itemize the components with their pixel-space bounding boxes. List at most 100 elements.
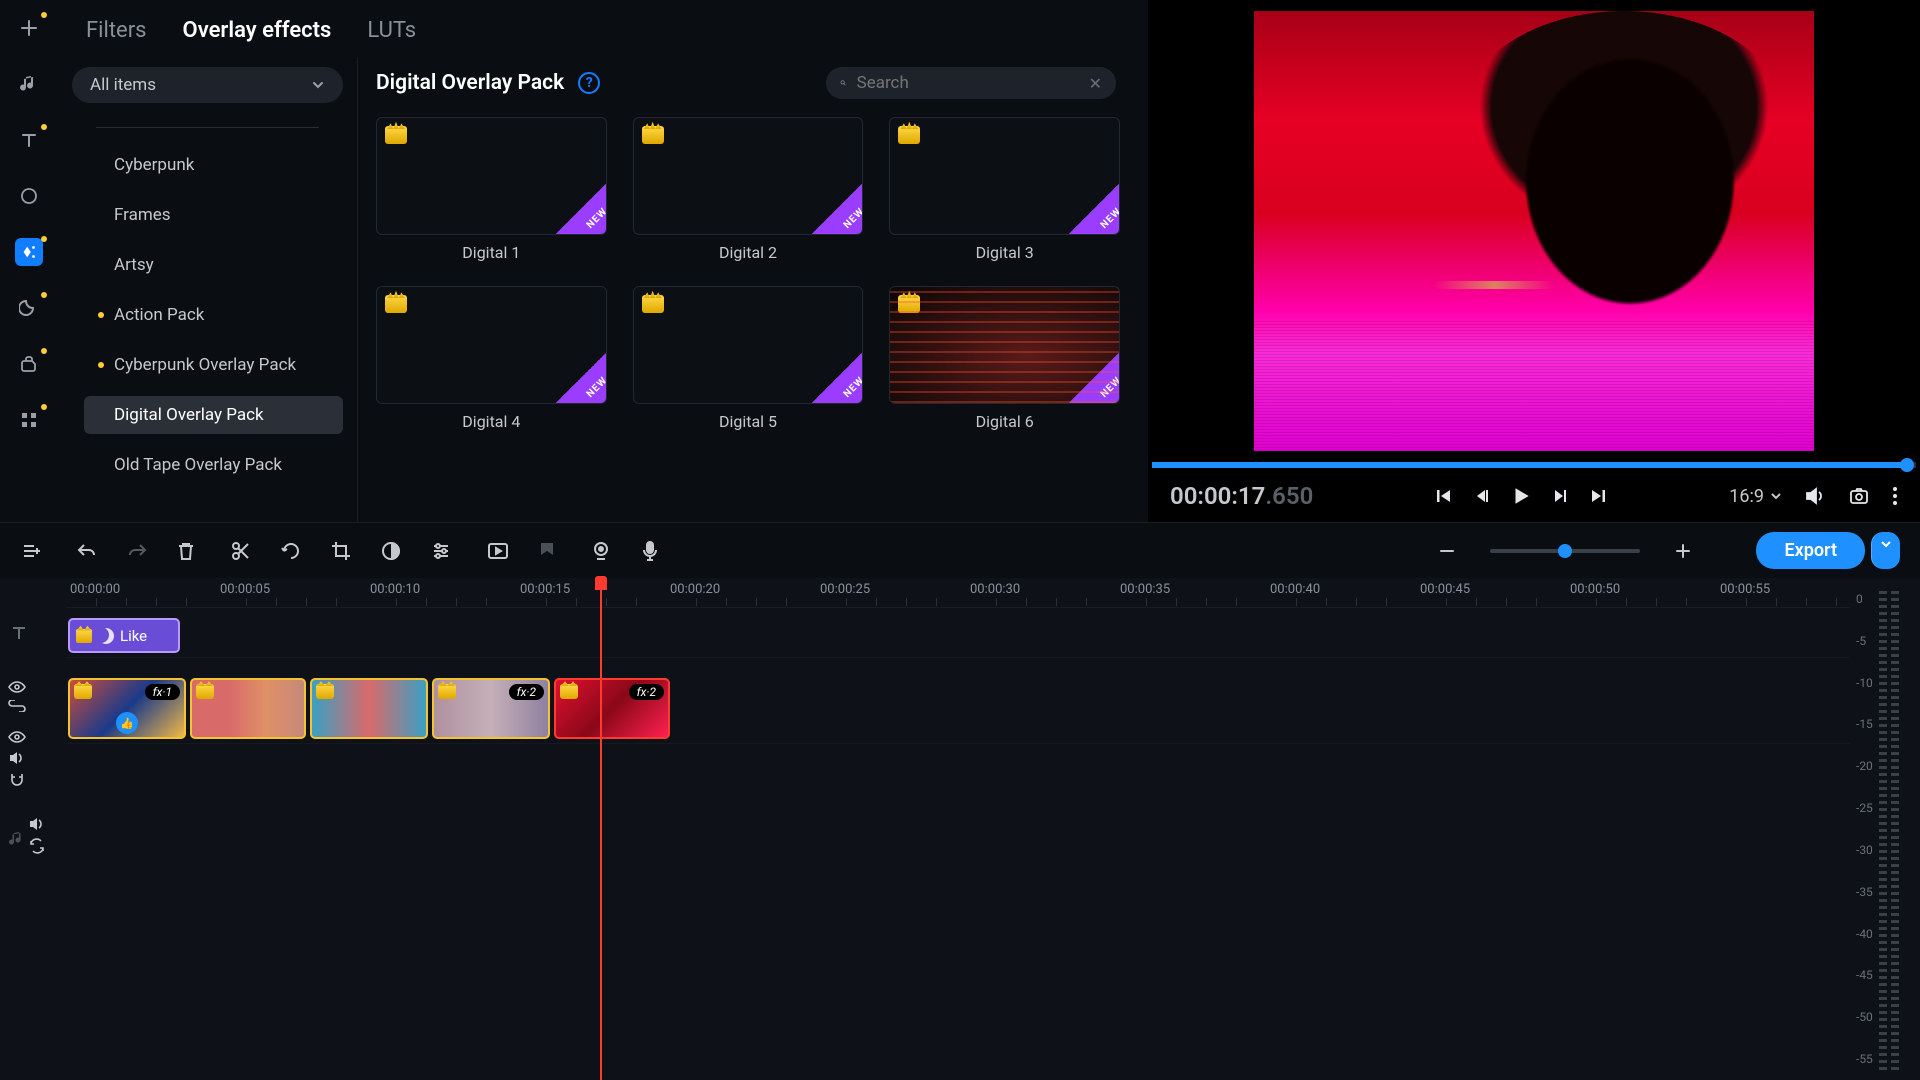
- video-clip-2[interactable]: [190, 678, 306, 739]
- effects-icon[interactable]: [15, 238, 43, 266]
- search-icon: [840, 74, 847, 92]
- track-sync-icon[interactable]: [28, 838, 66, 854]
- next-frame-button[interactable]: [1550, 486, 1570, 506]
- meter-db-label: -55: [1856, 1052, 1873, 1066]
- split-button[interactable]: [230, 540, 252, 562]
- overlay-thumbnail[interactable]: NEWDigital 2: [633, 117, 864, 262]
- volume-icon[interactable]: [1804, 485, 1826, 507]
- preview-viewport[interactable]: [1148, 0, 1920, 462]
- delete-button[interactable]: [176, 540, 196, 562]
- add-track-icon[interactable]: [20, 540, 42, 562]
- ruler-tick: 00:00:00: [70, 582, 120, 597]
- text-track-icon[interactable]: [10, 624, 28, 642]
- category-item[interactable]: Frames: [84, 196, 343, 234]
- premium-icon: [560, 684, 578, 699]
- new-badge: NEW: [1069, 353, 1119, 403]
- category-item[interactable]: Artsy: [84, 246, 343, 284]
- overlay-label: Digital 5: [719, 412, 777, 431]
- category-item[interactable]: Cyberpunk: [84, 146, 343, 184]
- new-dot-icon: [98, 312, 104, 318]
- timeline-ruler[interactable]: 00:00:0000:00:0500:00:1000:00:1500:00:20…: [66, 578, 1850, 608]
- zoom-slider[interactable]: [1490, 549, 1640, 553]
- preview-scrubber[interactable]: [1152, 462, 1916, 468]
- track-visibility-icon[interactable]: [8, 680, 26, 694]
- redo-button[interactable]: [126, 540, 148, 562]
- overlay-thumbnail[interactable]: NEWDigital 3: [889, 117, 1120, 262]
- ruler-tick: 00:00:50: [1570, 582, 1620, 597]
- zoom-out-button[interactable]: [1438, 542, 1456, 560]
- intro-title-clip[interactable]: Like: [68, 618, 180, 653]
- export-button[interactable]: Export: [1756, 532, 1865, 569]
- track-visibility-icon-2[interactable]: [8, 730, 66, 744]
- play-button[interactable]: [1510, 485, 1532, 507]
- meter-db-label: -10: [1856, 676, 1873, 690]
- playhead[interactable]: [600, 578, 602, 1080]
- text-icon[interactable]: [15, 126, 43, 154]
- tab-luts[interactable]: LUTs: [367, 18, 416, 43]
- new-badge: NEW: [1069, 184, 1119, 234]
- stickers-icon[interactable]: [15, 350, 43, 378]
- marker-button[interactable]: [538, 540, 556, 562]
- track-link-icon[interactable]: [8, 700, 26, 712]
- meter-db-label: -5: [1856, 634, 1873, 648]
- category-item[interactable]: Action Pack: [84, 296, 343, 334]
- more-options-icon[interactable]: [1892, 485, 1898, 507]
- overlay-thumbnail[interactable]: NEW Digital 6: [889, 286, 1120, 431]
- timeline-tracks[interactable]: Like fx·1👍 fx·2 fx·2: [66, 608, 1850, 1080]
- go-end-button[interactable]: [1588, 486, 1608, 506]
- elements-icon[interactable]: [15, 406, 43, 434]
- tab-filters[interactable]: Filters: [86, 18, 147, 43]
- overlay-thumbnail[interactable]: NEWDigital 1: [376, 117, 607, 262]
- video-clip-1[interactable]: fx·1👍: [68, 678, 186, 739]
- rotate-button[interactable]: [280, 540, 302, 562]
- clear-search-icon[interactable]: ✕: [1089, 74, 1102, 93]
- track-mute-icon-2[interactable]: [28, 816, 66, 832]
- search-input[interactable]: [857, 73, 1079, 93]
- fx-badge: fx·2: [629, 684, 664, 700]
- export-options-button[interactable]: [1871, 532, 1900, 569]
- overlay-label: Digital 6: [976, 412, 1034, 431]
- video-clip-3[interactable]: [310, 678, 428, 739]
- ruler-tick: 00:00:10: [370, 582, 420, 597]
- overlay-thumbnail[interactable]: NEWDigital 5: [633, 286, 864, 431]
- premium-icon: [74, 684, 92, 699]
- record-voiceover-button[interactable]: [640, 540, 660, 562]
- color-correct-button[interactable]: [380, 540, 402, 562]
- premium-icon: [385, 126, 407, 144]
- aspect-ratio-select[interactable]: 16:9: [1729, 486, 1782, 507]
- add-media-icon[interactable]: [15, 14, 43, 42]
- video-clip-5[interactable]: fx·2: [554, 678, 670, 739]
- search-box[interactable]: ✕: [826, 67, 1116, 99]
- video-clip-4[interactable]: fx·2: [432, 678, 550, 739]
- category-item[interactable]: Old Tape Overlay Pack: [84, 446, 343, 484]
- go-start-button[interactable]: [1434, 486, 1454, 506]
- render-preview-button[interactable]: [486, 540, 510, 562]
- category-item[interactable]: Cyberpunk Overlay Pack: [84, 346, 343, 384]
- category-label: Cyberpunk Overlay Pack: [114, 355, 296, 375]
- meter-db-label: 0: [1856, 592, 1873, 606]
- record-webcam-button[interactable]: [590, 540, 612, 562]
- category-item[interactable]: Digital Overlay Pack: [84, 396, 343, 434]
- tab-overlay-effects[interactable]: Overlay effects: [183, 18, 332, 43]
- track-headers: [0, 578, 66, 1080]
- category-label: Digital Overlay Pack: [114, 405, 264, 425]
- crop-button[interactable]: [330, 540, 352, 562]
- adjust-button[interactable]: [430, 540, 452, 562]
- audio-icon[interactable]: [15, 70, 43, 98]
- snapshot-icon[interactable]: [1848, 485, 1870, 507]
- preview-pane: ? 00:00:17.650 16:9: [1148, 0, 1920, 522]
- meter-db-label: -15: [1856, 717, 1873, 731]
- ruler-tick: 00:00:55: [1720, 582, 1770, 597]
- category-panel: All items Cyberpunk Frames Artsy Action Pac…: [58, 57, 358, 522]
- prev-frame-button[interactable]: [1472, 486, 1492, 506]
- undo-button[interactable]: [76, 540, 98, 562]
- zoom-in-button[interactable]: [1674, 542, 1692, 560]
- fx-badge: fx·1: [145, 684, 180, 700]
- overlay-thumbnail[interactable]: NEWDigital 4: [376, 286, 607, 431]
- info-icon[interactable]: ?: [578, 72, 600, 94]
- transitions-icon[interactable]: [15, 182, 43, 210]
- color-icon[interactable]: [15, 294, 43, 322]
- category-dropdown[interactable]: All items: [72, 67, 343, 103]
- track-mute-icon[interactable]: [8, 750, 66, 766]
- track-magnet-icon[interactable]: [8, 772, 66, 788]
